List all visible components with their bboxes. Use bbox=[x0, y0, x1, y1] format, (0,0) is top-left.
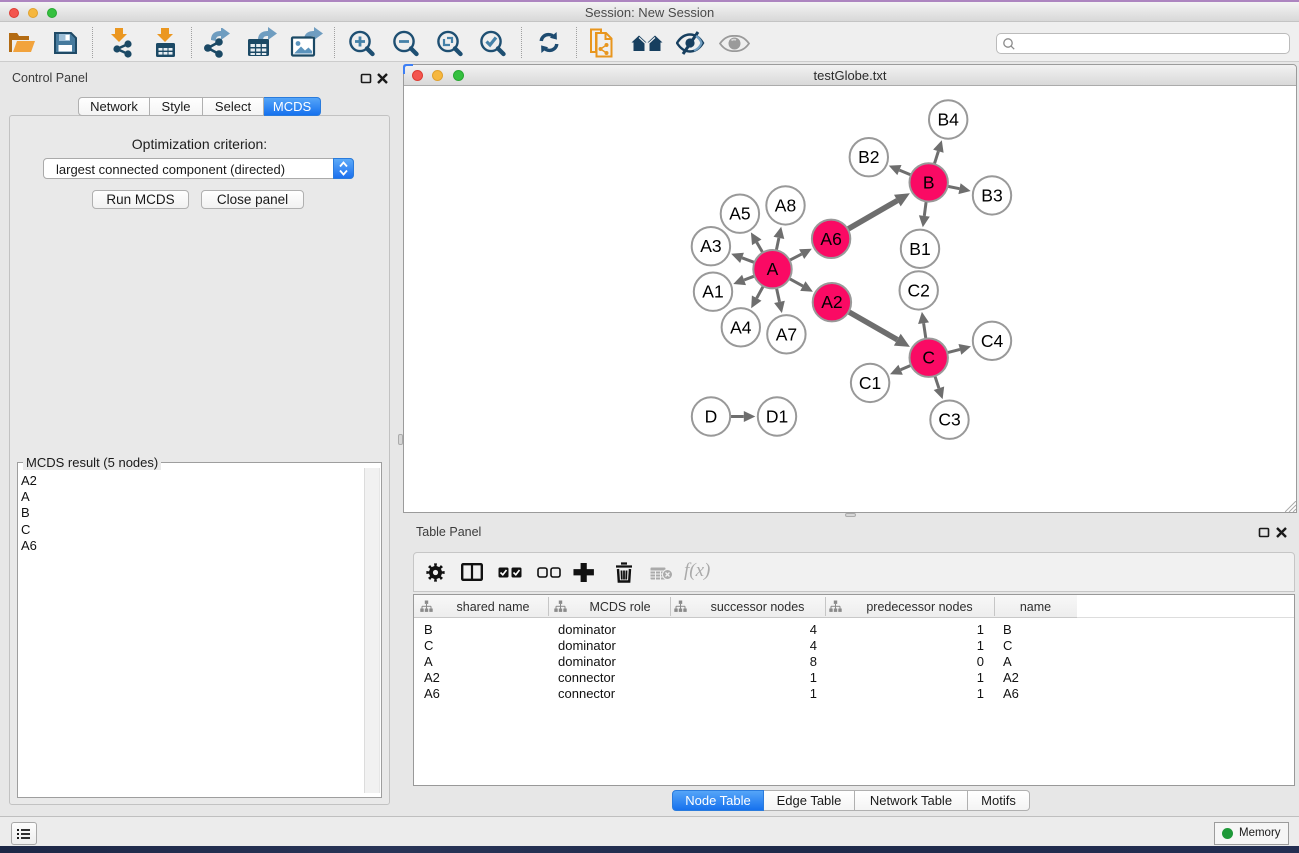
svg-text:A1: A1 bbox=[702, 282, 723, 302]
svg-text:A6: A6 bbox=[820, 229, 841, 249]
svg-text:A8: A8 bbox=[775, 195, 796, 215]
svg-text:B1: B1 bbox=[909, 239, 930, 259]
svg-text:C: C bbox=[922, 348, 935, 368]
svg-text:A5: A5 bbox=[729, 204, 750, 224]
svg-text:C2: C2 bbox=[908, 280, 930, 300]
svg-text:A7: A7 bbox=[776, 324, 797, 344]
svg-text:B3: B3 bbox=[981, 185, 1002, 205]
svg-text:A2: A2 bbox=[821, 292, 842, 312]
svg-text:B4: B4 bbox=[937, 110, 959, 130]
svg-text:C4: C4 bbox=[981, 331, 1004, 351]
svg-text:A4: A4 bbox=[730, 317, 752, 337]
svg-text:B2: B2 bbox=[858, 147, 879, 167]
svg-text:C1: C1 bbox=[859, 373, 881, 393]
svg-text:A: A bbox=[767, 259, 779, 279]
svg-text:B: B bbox=[923, 172, 935, 192]
svg-text:A3: A3 bbox=[700, 236, 721, 256]
svg-text:C3: C3 bbox=[938, 410, 960, 430]
svg-text:D: D bbox=[705, 407, 718, 427]
svg-text:D1: D1 bbox=[766, 407, 788, 427]
